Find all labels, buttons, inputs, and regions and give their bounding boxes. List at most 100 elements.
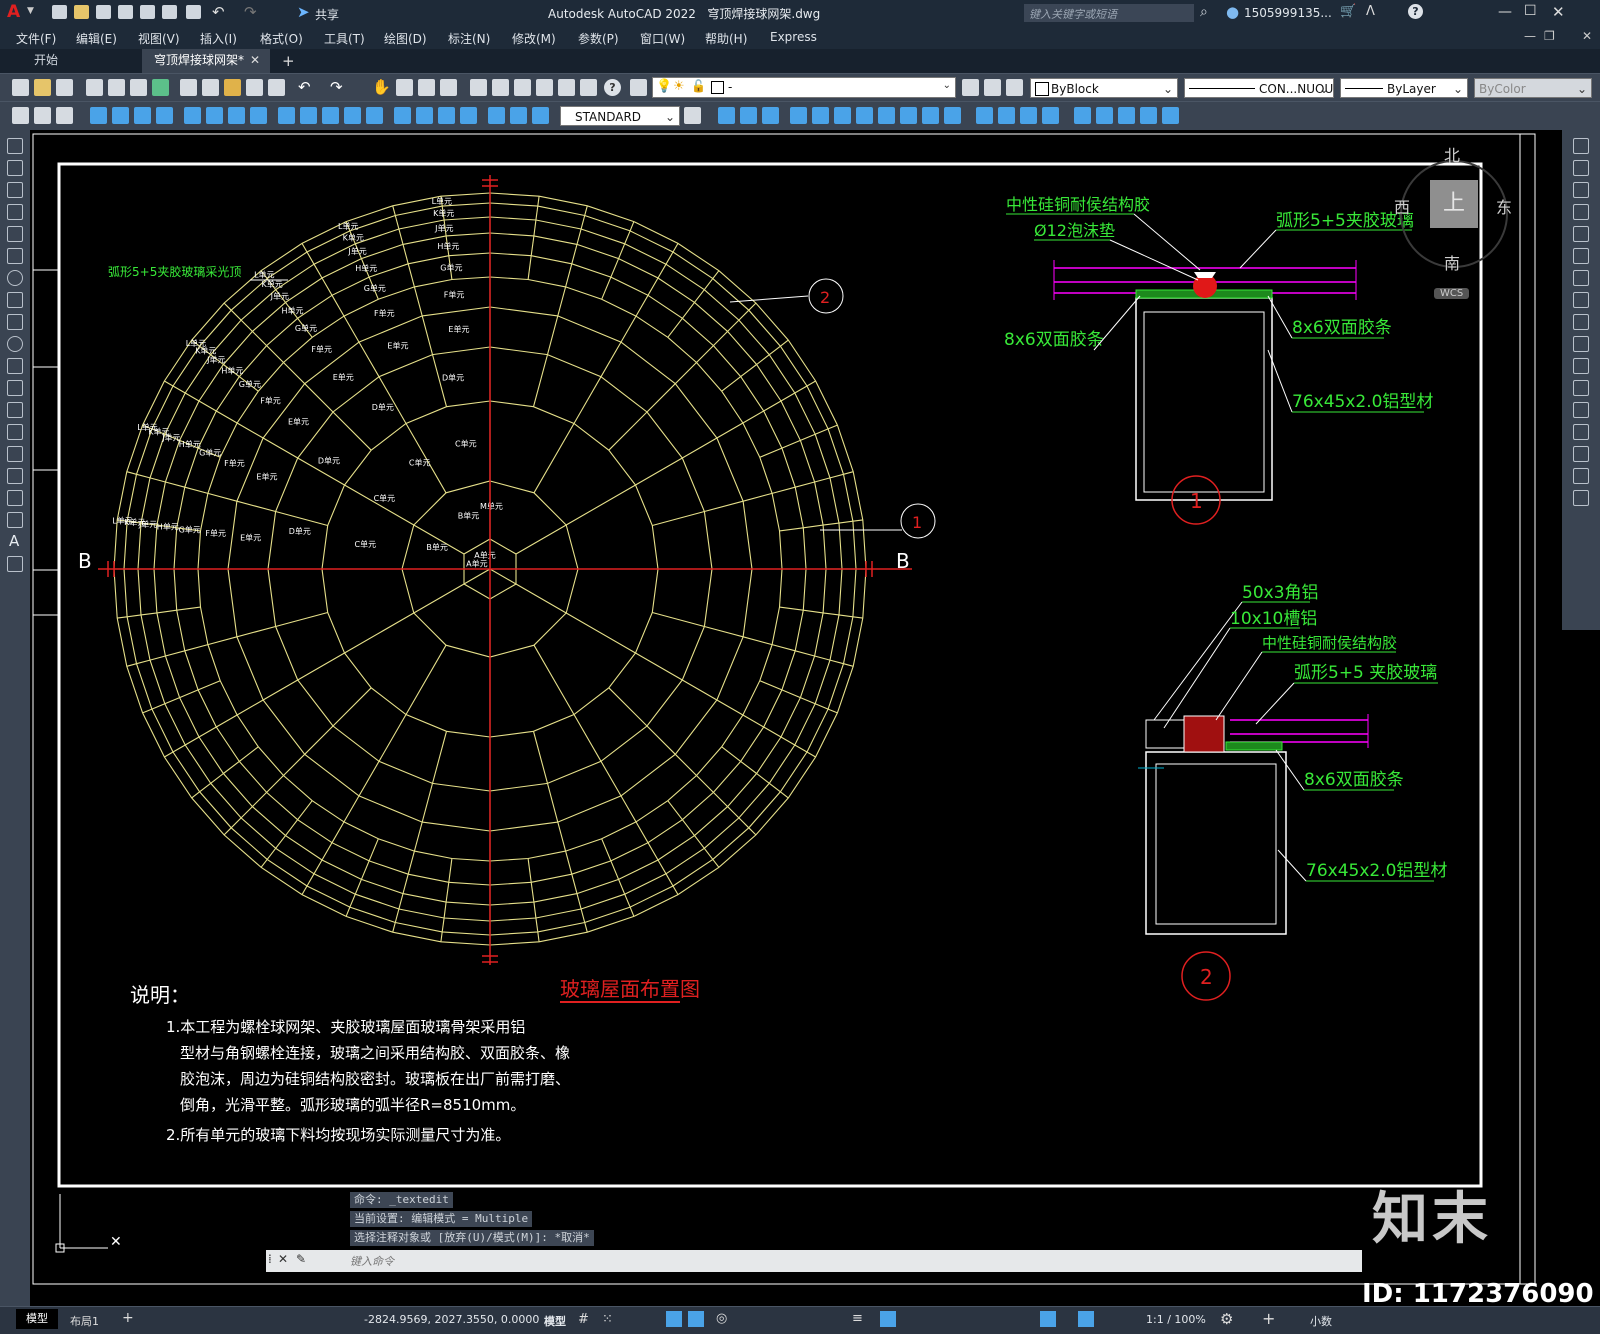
zoom-realtime-icon[interactable]: [396, 79, 413, 96]
visual-style-icon[interactable]: [976, 107, 993, 124]
menu-express[interactable]: Express: [770, 30, 817, 44]
ucs-icon[interactable]: [1074, 107, 1091, 124]
tolerance-icon[interactable]: [394, 107, 411, 124]
app-menu-arrow-icon[interactable]: ▼: [27, 6, 34, 16]
polar-icon[interactable]: [688, 1311, 704, 1327]
region-icon[interactable]: [7, 490, 23, 506]
layer-sun-icon[interactable]: ☀: [673, 79, 685, 94]
point-icon[interactable]: [7, 424, 23, 440]
arc-icon[interactable]: [7, 248, 23, 264]
doc-restore-icon[interactable]: ❐: [1544, 29, 1555, 43]
drawing-svg[interactable]: A单元A单元B单元B单元C单元C单元C单元C单元D单元D单元D单元D单元E单元E…: [30, 130, 1562, 1308]
design-center-icon[interactable]: [492, 79, 509, 96]
line-icon[interactable]: [7, 138, 23, 154]
preview-icon[interactable]: [108, 79, 125, 96]
autocad-logo-icon[interactable]: A: [7, 3, 25, 22]
add-selected-icon[interactable]: [7, 556, 23, 572]
settings-gear-icon[interactable]: ⚙: [1220, 1310, 1233, 1328]
chevron-down-icon[interactable]: ⌄: [943, 80, 951, 91]
save-icon[interactable]: [56, 79, 73, 96]
layer-previous-icon[interactable]: [984, 79, 1001, 96]
layer-on-icon[interactable]: 💡: [656, 79, 672, 94]
share-icon[interactable]: ➤: [297, 3, 310, 21]
open-icon[interactable]: [34, 79, 51, 96]
mirror-icon[interactable]: [1573, 182, 1589, 198]
grid-icon[interactable]: #: [578, 1312, 589, 1327]
3d-union-icon[interactable]: [740, 107, 757, 124]
annotation-scale-icon[interactable]: [1078, 1311, 1094, 1327]
ucs-3point-icon[interactable]: [1140, 107, 1157, 124]
menu-format[interactable]: 格式(O): [260, 30, 303, 47]
layer-dropdown[interactable]: 💡 ☀ 🔓 - ⌄: [652, 77, 956, 98]
save-web-icon[interactable]: [162, 5, 177, 19]
layer-iso-icon[interactable]: [1006, 79, 1023, 96]
menu-edit[interactable]: 编辑(E): [76, 30, 117, 47]
markup-icon[interactable]: [558, 79, 575, 96]
dim-linear-icon[interactable]: [90, 107, 107, 124]
osnap-icon[interactable]: ◎: [716, 1311, 727, 1326]
construction-line-icon[interactable]: [7, 160, 23, 176]
tab-close-icon[interactable]: ✕: [250, 49, 260, 71]
viewcube-east[interactable]: 东: [1496, 194, 1512, 218]
copy-icon[interactable]: [202, 79, 219, 96]
chevron-down-icon[interactable]: ⌄: [1319, 79, 1329, 99]
plus-icon[interactable]: +: [1262, 1309, 1275, 1328]
center-mark-icon[interactable]: [416, 107, 433, 124]
menu-view[interactable]: 视图(V): [138, 30, 180, 47]
publish-icon[interactable]: [130, 79, 147, 96]
erase-icon[interactable]: [1573, 138, 1589, 154]
command-input[interactable]: 键入命令: [350, 1253, 394, 1269]
dim-jogged-icon[interactable]: [206, 107, 223, 124]
ucs-world-icon[interactable]: [1096, 107, 1113, 124]
undo-icon[interactable]: ↶: [212, 3, 225, 21]
hatch-icon[interactable]: [7, 446, 23, 462]
3d-shell-icon[interactable]: [900, 107, 917, 124]
offset-icon[interactable]: [1573, 204, 1589, 220]
viewcube-west[interactable]: 西: [1394, 194, 1410, 218]
plot-icon[interactable]: [186, 5, 201, 19]
polygon-icon[interactable]: [7, 204, 23, 220]
menu-draw[interactable]: 绘图(D): [384, 30, 427, 47]
menu-window[interactable]: 窗口(W): [640, 30, 685, 47]
dim-style-dropdown[interactable]: STANDARD ⌄: [560, 106, 680, 126]
paste-icon[interactable]: [224, 79, 241, 96]
block-editor-icon[interactable]: [268, 79, 285, 96]
search-box[interactable]: 键入关键字或短语: [1024, 4, 1194, 22]
cart-icon[interactable]: 🛒: [1340, 4, 1356, 19]
revcloud-icon[interactable]: [7, 292, 23, 308]
3d-box-icon[interactable]: [718, 107, 735, 124]
blend-icon[interactable]: [1573, 468, 1589, 484]
model-space-toggle[interactable]: 模型: [544, 1313, 566, 1329]
tool-palettes-icon[interactable]: [514, 79, 531, 96]
cut-icon[interactable]: [180, 79, 197, 96]
chevron-down-icon[interactable]: ⌄: [665, 107, 675, 127]
open-web-icon[interactable]: [140, 5, 155, 19]
redo-icon[interactable]: ↷: [244, 3, 257, 21]
coordinates[interactable]: -2824.9569, 2027.3550, 0.0000: [364, 1313, 539, 1326]
copy-object-icon[interactable]: [1573, 160, 1589, 176]
ortho-icon[interactable]: [666, 1311, 682, 1327]
jogged-linear-icon[interactable]: [460, 107, 477, 124]
tab-model[interactable]: 模型: [16, 1309, 58, 1329]
polyline-icon[interactable]: [7, 182, 23, 198]
transparency-icon[interactable]: [880, 1311, 896, 1327]
viewcube-south[interactable]: 南: [1444, 250, 1460, 274]
save-as-icon[interactable]: [118, 5, 133, 19]
spline-icon[interactable]: [7, 314, 23, 330]
snap-icon[interactable]: ⁙: [602, 1312, 613, 1327]
quick-dim-icon[interactable]: [278, 107, 295, 124]
menu-tools[interactable]: 工具(T): [324, 30, 365, 47]
dim-diameter-icon[interactable]: [228, 107, 245, 124]
move-icon[interactable]: [1573, 248, 1589, 264]
make-current-icon[interactable]: [962, 79, 979, 96]
3d-slice-icon[interactable]: [878, 107, 895, 124]
open-icon[interactable]: [74, 5, 89, 19]
drawing-canvas[interactable]: A单元 A单元 B单元 B单元 C单元 C单元 C单元 C单元 D单元 D单元 D单元 D单元 E单元 E…: [30, 130, 1562, 1308]
fillet-icon[interactable]: [1573, 446, 1589, 462]
chevron-down-icon[interactable]: ⌄: [1453, 79, 1463, 99]
lineweight-dropdown[interactable]: ByLayer ⌄: [1340, 78, 1468, 98]
menu-help[interactable]: 帮助(H): [705, 30, 747, 47]
ucs-origin-icon[interactable]: [1118, 107, 1135, 124]
dim-aligned-icon[interactable]: [112, 107, 129, 124]
3d-extrude-icon[interactable]: [790, 107, 807, 124]
